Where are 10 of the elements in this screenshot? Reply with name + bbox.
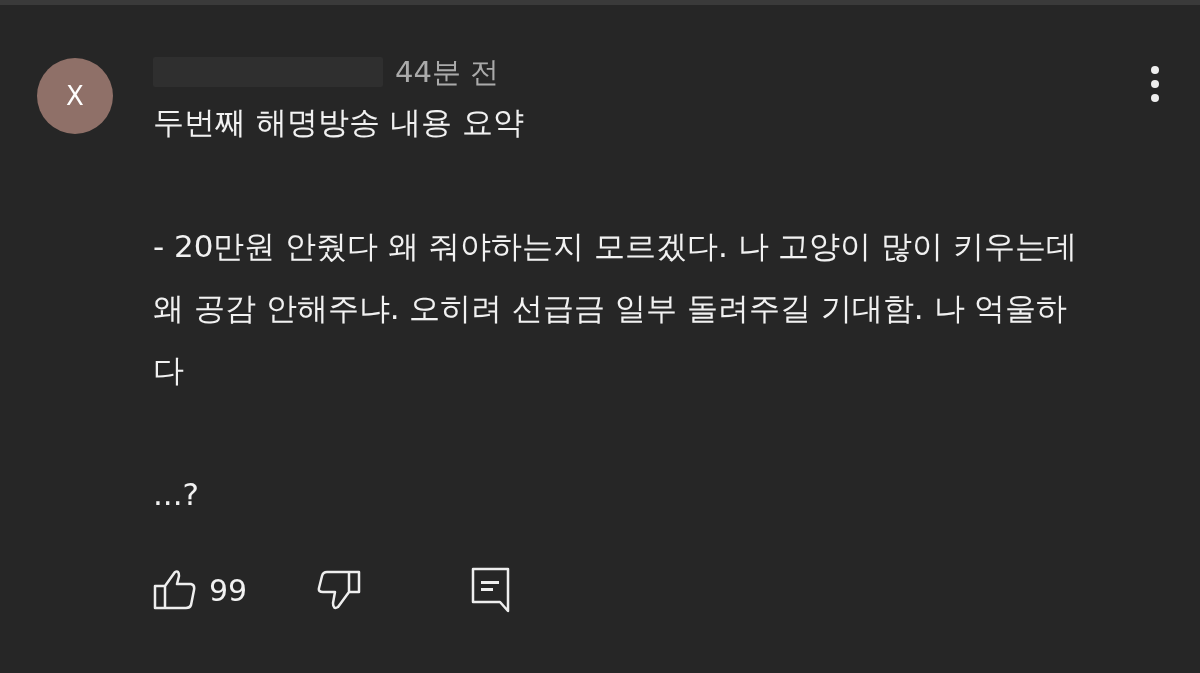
comment-time: 44분 전 xyxy=(395,54,500,91)
like-icon[interactable] xyxy=(153,570,197,610)
comment-text: - 20만원 안줬다 왜 줘야하는지 모르겠다. 나 고양이 많이 키우는데 왜 공감 안해주냐. 오히려 선급금 일부 돌려주길 기대함. 나 억울하다 xyxy=(153,227,1079,390)
comment-text: ...? xyxy=(153,475,200,514)
like-count: 99 xyxy=(209,571,248,610)
avatar[interactable]: X xyxy=(37,58,113,134)
dislike-icon[interactable] xyxy=(317,570,362,610)
reply-icon[interactable] xyxy=(471,567,512,613)
comment-text: 두번째 해명방송 내용 요약 xyxy=(153,103,525,142)
more-options-icon[interactable] xyxy=(1150,65,1160,103)
